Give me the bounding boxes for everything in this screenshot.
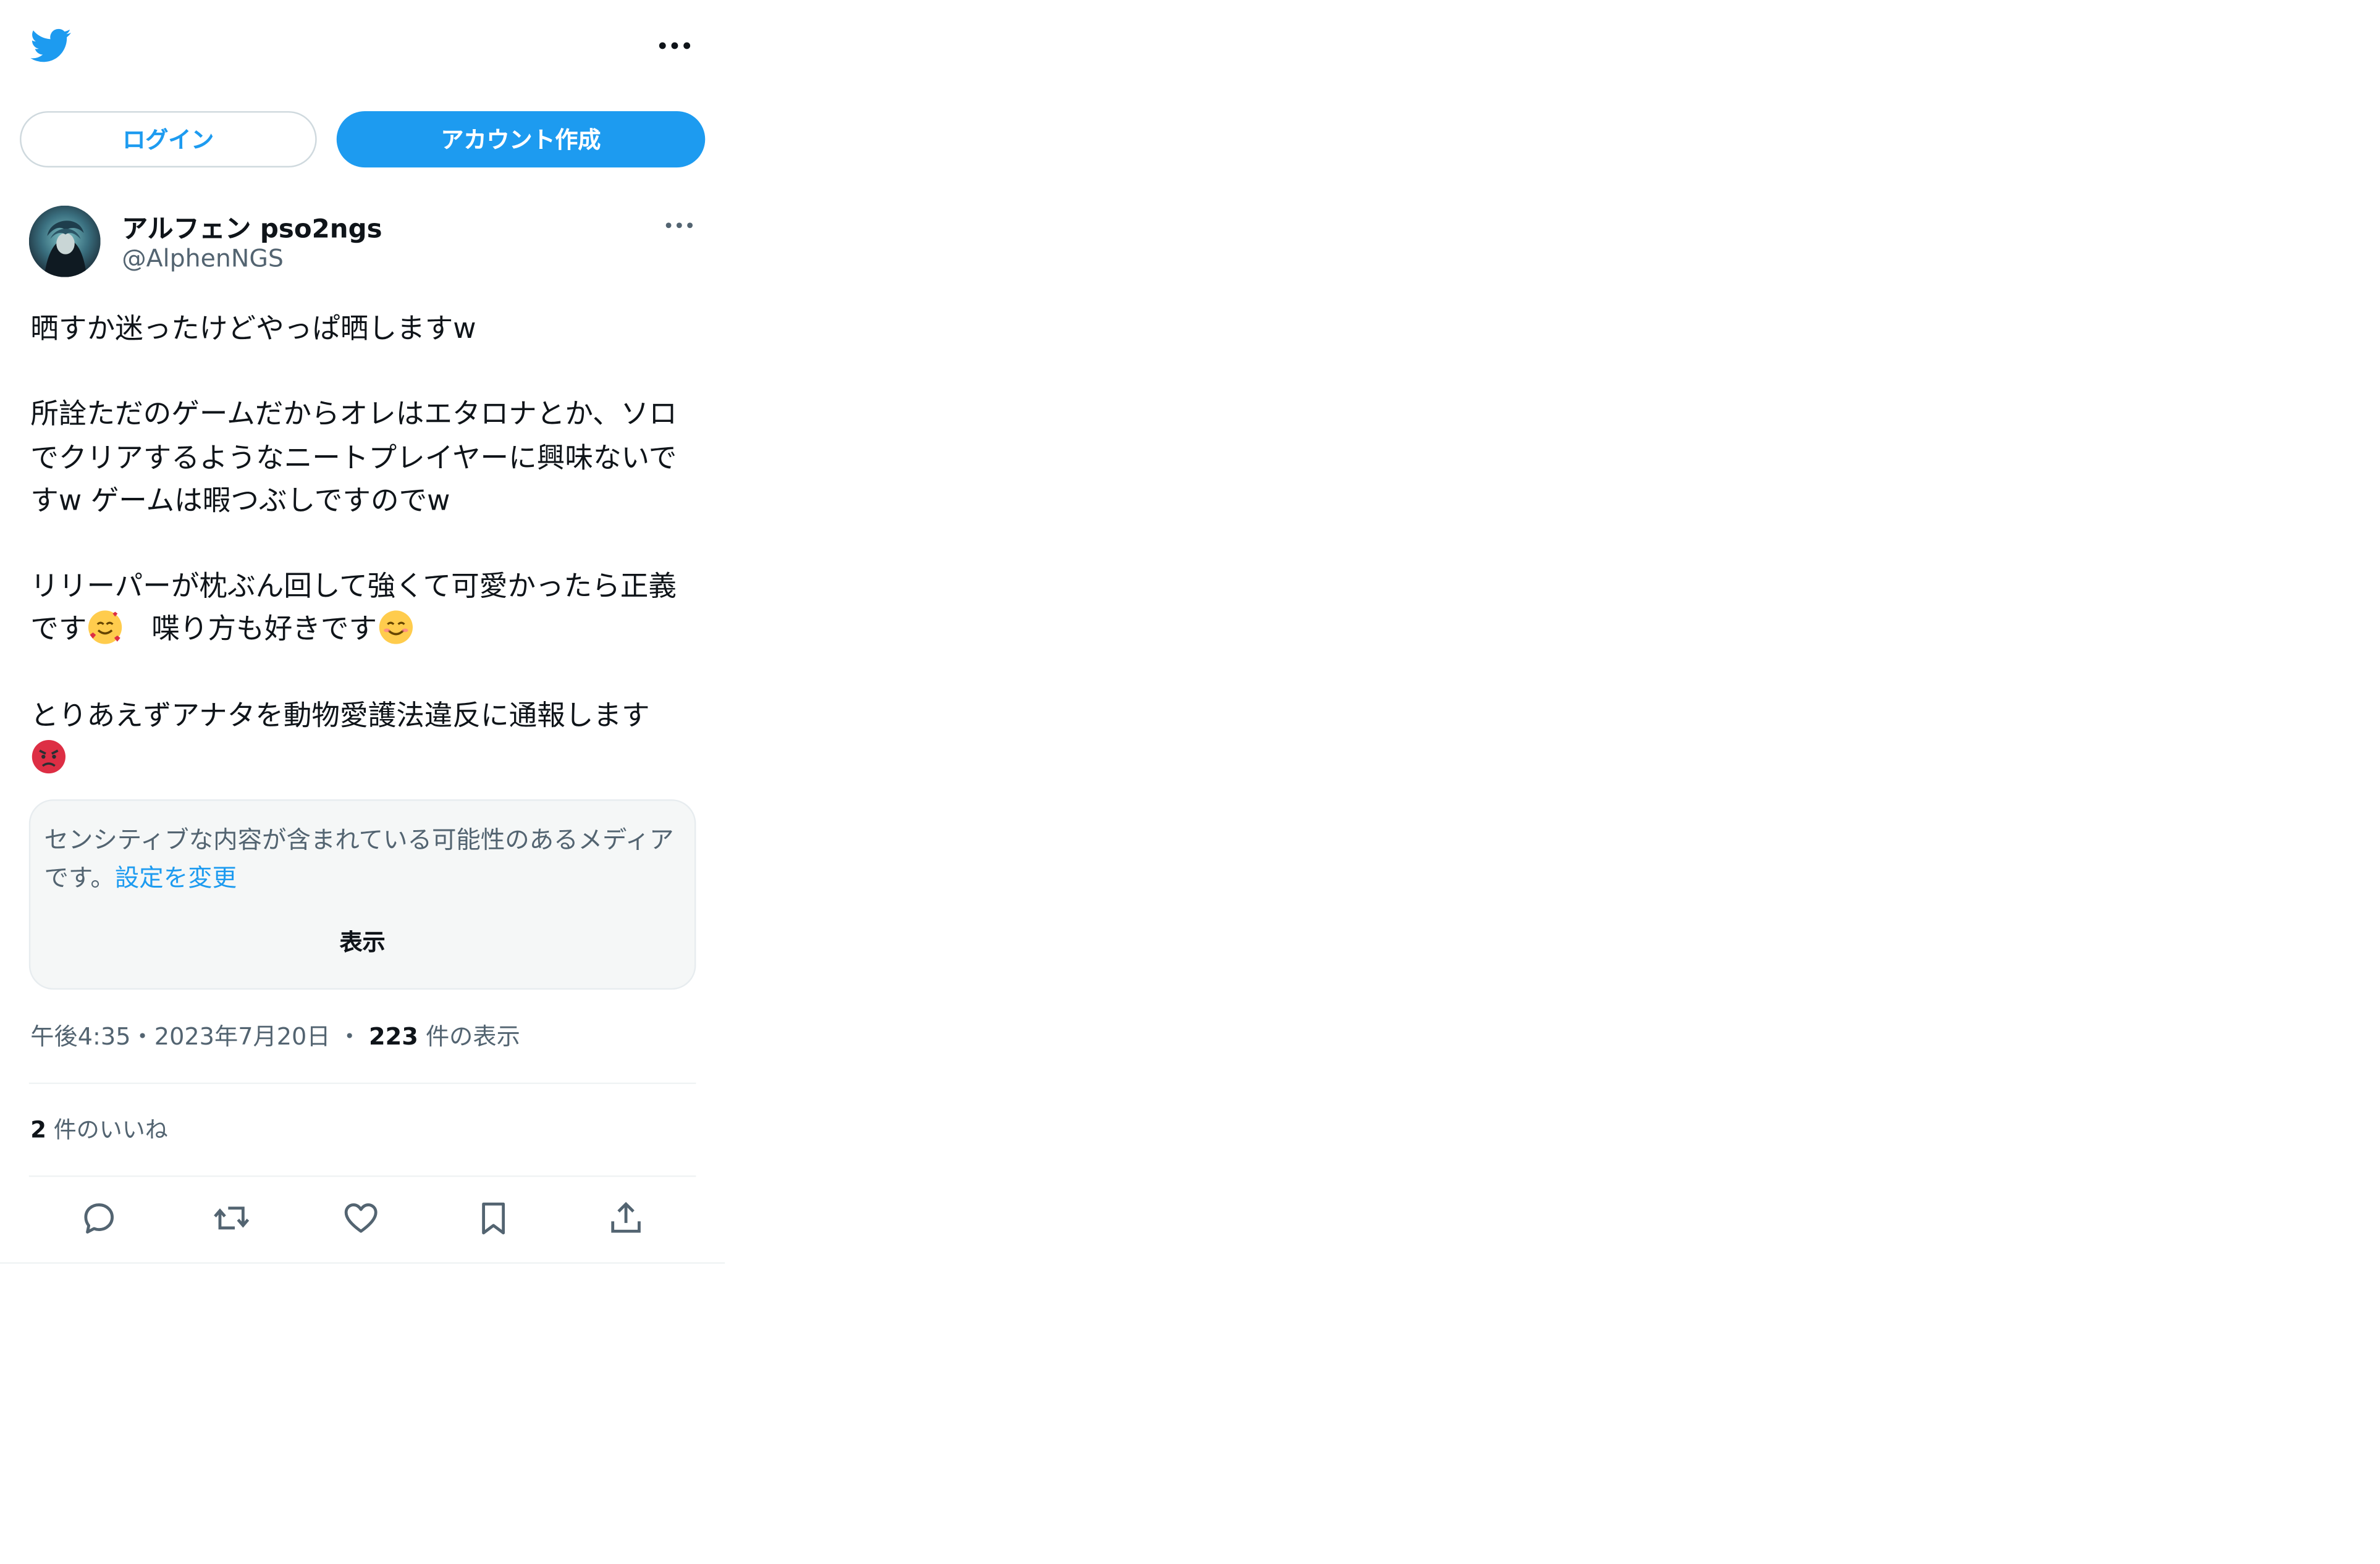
tweet-paragraph-3b: 喋り方も好きです [123,614,378,647]
divider [28,1082,696,1085]
tweet-paragraph-4: とりあえずアナタを動物愛護法違反に通報します [30,696,688,781]
views-label: 件の表示 [425,1023,520,1051]
top-bar [0,0,725,91]
tweet-card: ログイン アカウント作成 アルフェン pso2ngs @AlphenNGS 晒す… [0,0,725,1264]
twitter-bird-icon[interactable] [29,24,73,65]
likes-label: 件のいいね [53,1116,168,1144]
login-button[interactable]: ログイン [20,111,317,168]
tweet-paragraph-3: リリーパーが枕ぶん回して強くて可愛かったら正義です 喋り方も好きです [30,566,688,652]
tweet-paragraph-2: 所詮ただのゲームだからオレはエタロナとか、ソロでクリアするようなニートプレイヤー… [30,399,677,518]
likes-count: 2 [30,1116,47,1144]
change-settings-link[interactable]: 設定を変更 [115,862,237,891]
like-icon[interactable] [341,1198,381,1238]
user-handle[interactable]: @AlphenNGS [122,243,284,272]
retweet-icon[interactable] [212,1198,251,1238]
tweet-date[interactable]: 2023年7月20日 [154,1023,331,1050]
tweet-text: 晒すか迷ったけどやっぱ晒しますw 所詮ただのゲームだからオレはエタロナとか、ソロ… [30,309,688,781]
show-media-button[interactable]: 表示 [30,926,694,958]
signup-button[interactable]: アカウント作成 [336,111,706,168]
likes-summary[interactable]: 2 件のいいね [30,1113,167,1145]
angry-face-icon [32,739,65,774]
display-name[interactable]: アルフェン pso2ngs [122,207,382,245]
divider [28,1175,696,1177]
share-icon[interactable] [606,1198,646,1238]
smiling-face-icon [378,611,412,645]
meta-separator: ・ [130,1023,154,1051]
reply-icon[interactable] [79,1198,119,1238]
tweet-more-icon[interactable] [662,213,696,237]
views-count: 223 [369,1023,418,1051]
tweet-line-1: 晒すか迷ったけどやっぱ晒しますw [30,313,476,346]
smiling-face-with-hearts-icon [88,611,122,645]
tweet-time[interactable]: 午後4:35 [30,1023,130,1050]
bookmark-icon[interactable] [474,1198,513,1238]
avatar-image [28,205,101,277]
sensitive-media-warning: センシティブな内容が含まれている可能性のあるメディアです。設定を変更 表示 [28,799,696,990]
sensitive-media-message: センシティブな内容が含まれている可能性のあるメディアです。設定を変更 [44,822,676,897]
avatar[interactable] [28,205,101,277]
tweet-paragraph-4-text: とりあえずアナタを動物愛護法違反に通報します [30,700,650,733]
tweet-meta: 午後4:35・2023年7月20日 ・ 223 件の表示 [30,1023,520,1051]
more-dots-icon[interactable] [656,30,693,61]
